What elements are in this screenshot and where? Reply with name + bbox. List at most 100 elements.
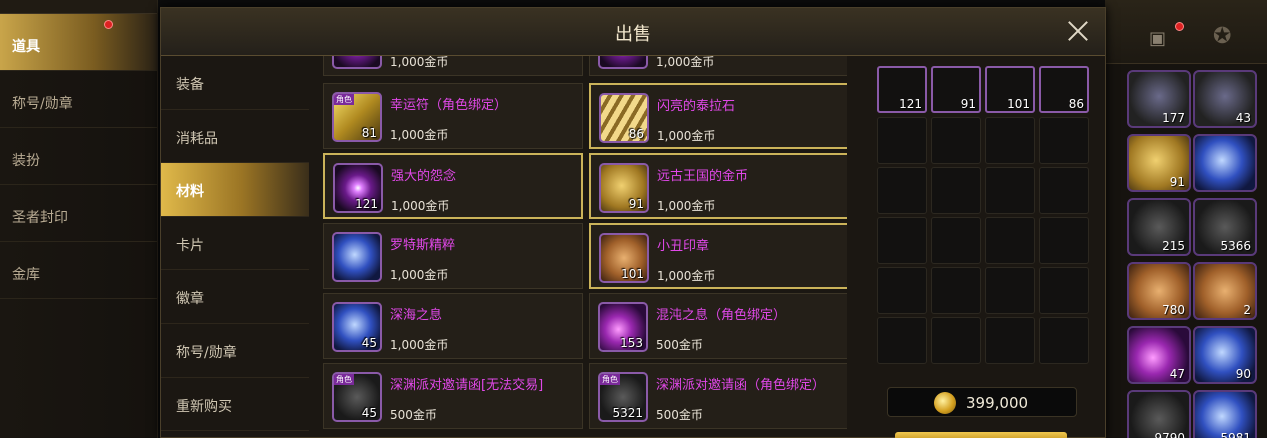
- item-name: 深渊派对邀请函（角色绑定）: [656, 378, 826, 393]
- category-materials[interactable]: 材料: [161, 163, 309, 217]
- inventory-item[interactable]: 9790: [1127, 390, 1191, 438]
- empty-slot[interactable]: [985, 317, 1035, 364]
- item-price: 1,000金币: [657, 199, 716, 213]
- empty-slot[interactable]: [877, 217, 927, 264]
- category-equipment[interactable]: 装备: [161, 56, 309, 110]
- invitation-icon: 角色 45: [332, 372, 382, 422]
- category-emblems[interactable]: 徽章: [161, 270, 309, 324]
- category-titles[interactable]: 称号/勋章: [161, 324, 309, 378]
- item-card[interactable]: 153 混沌之息（角色绑定） 500金币: [589, 293, 847, 359]
- bg-tab-vault[interactable]: 金库: [0, 242, 157, 299]
- category-rebuy[interactable]: 重新购买: [161, 378, 309, 432]
- card-icon[interactable]: ▣: [1149, 28, 1166, 49]
- resentment-icon: 121: [333, 163, 383, 213]
- inventory-item[interactable]: 5981: [1193, 390, 1257, 438]
- item-price: 1,000金币: [390, 338, 449, 352]
- item-icon: [332, 56, 382, 69]
- item-price: 1,000金币: [390, 128, 449, 142]
- bg-tab-costume[interactable]: 装扮: [0, 128, 157, 185]
- invitation-icon: 角色 5321: [598, 372, 648, 422]
- empty-slot[interactable]: [877, 317, 927, 364]
- inventory-item[interactable]: 2: [1193, 262, 1257, 320]
- inventory-item[interactable]: 91: [1127, 134, 1191, 192]
- empty-slot[interactable]: [1039, 267, 1089, 314]
- item-card[interactable]: 角色 45 深渊派对邀请函[无法交易] 500金币: [323, 363, 583, 429]
- item-card-selected[interactable]: 86 闪亮的泰拉石 1,000金币: [589, 83, 847, 149]
- bound-badge: 角色: [334, 94, 354, 105]
- inventory-item[interactable]: 43: [1193, 70, 1257, 128]
- empty-slot[interactable]: [877, 117, 927, 164]
- dialog-header: 出售: [161, 8, 1105, 56]
- item-name: 小丑印章: [657, 239, 710, 254]
- item-name: 强大的怨念: [391, 169, 457, 184]
- empty-slot[interactable]: [931, 167, 981, 214]
- item-price: 500金币: [390, 408, 437, 422]
- sell-slot-panel: 121 91 101 86 399,000: [875, 66, 1095, 438]
- item-card-selected[interactable]: 91 远古王国的金币 1,000金币: [589, 153, 847, 219]
- total-price-box: 399,000: [887, 387, 1077, 417]
- item-name: 深海之息: [390, 308, 443, 323]
- item-name: 罗特斯精粹: [390, 238, 456, 253]
- item-card[interactable]: 角色 5321 深渊派对邀请函（角色绑定） 500金币: [589, 363, 847, 429]
- bound-badge: 角色: [334, 374, 354, 385]
- inventory-header: ▣ ✪: [1105, 0, 1267, 64]
- chaos-breath-icon: 153: [598, 302, 648, 352]
- empty-slot[interactable]: [1039, 317, 1089, 364]
- inventory-item[interactable]: [1193, 134, 1257, 192]
- item-icon: [598, 56, 648, 69]
- item-card-selected[interactable]: 121 强大的怨念 1,000金币: [323, 153, 583, 219]
- item-name: 混沌之息（角色绑定）: [656, 308, 787, 323]
- empty-slot[interactable]: [931, 317, 981, 364]
- item-name: 闪亮的泰拉石: [657, 99, 736, 114]
- bg-tab-label: 金库: [12, 267, 40, 283]
- item-card-selected[interactable]: 101 小丑印章 1,000金币: [589, 223, 847, 289]
- inventory-item[interactable]: 47: [1127, 326, 1191, 384]
- bg-tab-titles[interactable]: 称号/勋章: [0, 71, 157, 128]
- sell-slot-gold-coin-icon[interactable]: 91: [931, 66, 981, 113]
- item-card[interactable]: 45 深海之息 1,000金币: [323, 293, 583, 359]
- empty-slot[interactable]: [931, 217, 981, 264]
- coin-icon: [934, 392, 956, 414]
- category-cards[interactable]: 卡片: [161, 217, 309, 271]
- item-card[interactable]: 1,000金币: [589, 56, 847, 76]
- inventory-item[interactable]: 5366: [1193, 198, 1257, 256]
- item-price: 1,000金币: [657, 269, 716, 283]
- bg-tab-label: 装扮: [12, 153, 40, 169]
- empty-slot[interactable]: [877, 167, 927, 214]
- gold-coin-icon: 91: [599, 163, 649, 213]
- sell-slot-resentment-icon[interactable]: 121: [877, 66, 927, 113]
- inventory-item[interactable]: 90: [1193, 326, 1257, 384]
- empty-slot[interactable]: [1039, 217, 1089, 264]
- item-card[interactable]: 罗特斯精粹 1,000金币: [323, 223, 583, 289]
- empty-slot[interactable]: [985, 117, 1035, 164]
- sell-button[interactable]: [895, 432, 1067, 438]
- empty-slot[interactable]: [931, 267, 981, 314]
- sell-slot-clown-seal-icon[interactable]: 101: [985, 66, 1035, 113]
- tera-stone-icon: 86: [599, 93, 649, 143]
- close-button[interactable]: [1065, 18, 1091, 44]
- bg-tab-seal[interactable]: 圣者封印: [0, 185, 157, 242]
- item-price: 500金币: [656, 408, 703, 422]
- item-price: 1,000金币: [656, 56, 715, 69]
- inventory-item[interactable]: 215: [1127, 198, 1191, 256]
- item-card[interactable]: 角色 81 幸运符（角色绑定） 1,000金币: [323, 83, 583, 149]
- sell-slot-tera-stone-icon[interactable]: 86: [1039, 66, 1089, 113]
- empty-slot[interactable]: [1039, 117, 1089, 164]
- inventory-item[interactable]: 177: [1127, 70, 1191, 128]
- bg-tab-items[interactable]: 道具: [0, 14, 157, 71]
- category-list: 装备 消耗品 材料 卡片 徽章 称号/勋章 重新购买: [161, 56, 309, 438]
- bg-tab-label: 圣者封印: [12, 210, 68, 226]
- bound-badge: 角色: [600, 374, 620, 385]
- item-card[interactable]: 1,000金币: [323, 56, 583, 76]
- star-icon[interactable]: ✪: [1213, 24, 1231, 49]
- empty-slot[interactable]: [931, 117, 981, 164]
- empty-slot[interactable]: [877, 267, 927, 314]
- inventory-item[interactable]: 780: [1127, 262, 1191, 320]
- empty-slot[interactable]: [985, 167, 1035, 214]
- empty-slot[interactable]: [985, 267, 1035, 314]
- bg-tab-label: 称号/勋章: [12, 96, 73, 112]
- empty-slot[interactable]: [985, 217, 1035, 264]
- category-consumables[interactable]: 消耗品: [161, 110, 309, 164]
- lucky-charm-icon: 角色 81: [332, 92, 382, 142]
- empty-slot[interactable]: [1039, 167, 1089, 214]
